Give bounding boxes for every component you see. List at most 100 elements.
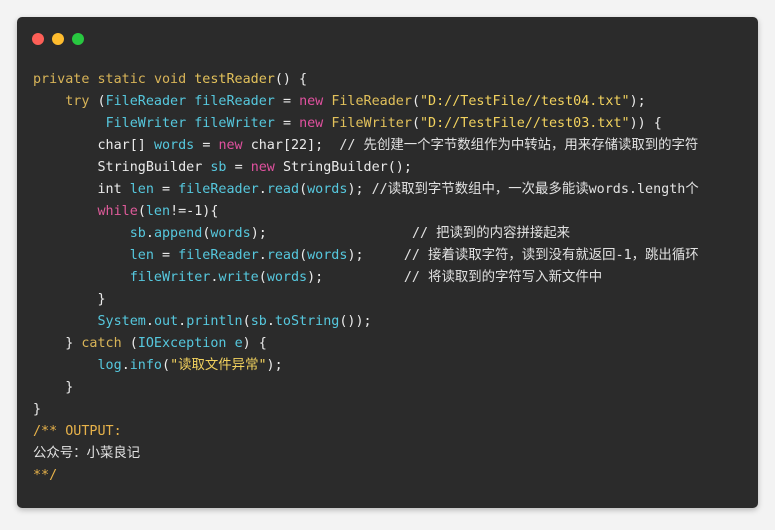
code-token: }: [33, 336, 82, 351]
code-token: words: [153, 138, 203, 153]
code-token: words: [307, 248, 348, 263]
code-token: FileWriter: [105, 116, 195, 131]
code-line: try (FileReader fileReader = new FileRea…: [33, 91, 750, 113]
code-token: char: [97, 138, 130, 153]
code-line: log.info("读取文件异常");: [33, 355, 750, 377]
code-token: while: [97, 204, 138, 219]
code-token: );: [629, 94, 646, 109]
code-token: FileReader: [331, 94, 412, 109]
code-token: ) {: [242, 336, 267, 351]
code-line: **/: [33, 465, 750, 487]
code-token: =: [282, 116, 300, 131]
code-token: len: [145, 204, 171, 219]
code-token: =: [162, 182, 179, 197]
code-token: );: [347, 248, 404, 263]
code-line: int len = fileReader.read(words); //读取到字…: [33, 179, 750, 201]
code-token: words: [266, 270, 308, 285]
code-token: .: [178, 314, 187, 329]
code-token: ();: [387, 160, 412, 175]
code-token: );: [266, 358, 283, 373]
code-line: } catch (IOException e) {: [33, 333, 750, 355]
close-dot-icon[interactable]: [32, 33, 44, 45]
code-token: fileReader: [178, 248, 259, 263]
code-token: );: [347, 182, 372, 197]
code-token: words: [210, 226, 251, 241]
code-token: // 将读取到的字符写入新文件中: [403, 270, 603, 285]
code-line: private static void testReader() {: [33, 69, 750, 91]
code-line: }: [33, 289, 750, 311]
code-token: (: [411, 116, 420, 131]
code-token: }: [33, 292, 106, 307]
code-token: //读取到字节数组中，一次最多能读words.length个: [371, 182, 699, 197]
code-token: (: [137, 204, 146, 219]
code-token: catch: [81, 336, 130, 351]
code-line: }: [33, 377, 750, 399]
window-controls: [32, 33, 84, 45]
code-token: .: [145, 226, 154, 241]
code-token: void: [153, 72, 195, 87]
code-token: char: [250, 138, 283, 153]
code-token: .: [258, 248, 267, 263]
code-token: words: [307, 182, 348, 197]
code-token: System: [97, 314, 146, 329]
code-token: =: [282, 94, 300, 109]
code-token: .: [258, 182, 267, 197]
code-token: =: [162, 248, 179, 263]
code-token: (: [258, 270, 267, 285]
code-token: 公众号：小菜良记: [33, 446, 141, 461]
code-token: "D://TestFile//test03.txt": [420, 116, 630, 131]
code-line: char[] words = new char[22]; // 先创建一个字节数…: [33, 135, 750, 157]
minimize-dot-icon[interactable]: [52, 33, 64, 45]
code-token: sb: [129, 226, 146, 241]
code-token: [22];: [282, 138, 340, 153]
code-token: toString: [274, 314, 340, 329]
code-line: }: [33, 399, 750, 421]
code-token: (: [129, 336, 138, 351]
code-token: /** OUTPUT:: [33, 424, 122, 439]
code-token: (: [299, 182, 308, 197]
code-token: int: [97, 182, 130, 197]
code-token: info: [129, 358, 162, 373]
code-token: )) {: [629, 116, 662, 131]
code-line: len = fileReader.read(words); // 接着读取字符，…: [33, 245, 750, 267]
code-token: .: [266, 314, 275, 329]
code-line: sb.append(words); // 把读到的内容拼接起来: [33, 223, 750, 245]
code-token: (: [242, 314, 251, 329]
code-line: System.out.println(sb.toString());: [33, 311, 750, 333]
code-token: new: [299, 116, 332, 131]
code-line: StringBuilder sb = new StringBuilder();: [33, 157, 750, 179]
code-token: try: [65, 94, 98, 109]
maximize-dot-icon[interactable]: [72, 33, 84, 45]
code-line: while(len!=-1){: [33, 201, 750, 223]
code-line: fileWriter.write(words); // 将读取到的字符写入新文件…: [33, 267, 750, 289]
code-token: log: [97, 358, 122, 373]
code-token: (: [411, 94, 420, 109]
code-token: static: [97, 72, 154, 87]
code-token: sb: [210, 160, 235, 175]
code-token: fileWriter: [194, 116, 283, 131]
code-token: read: [266, 182, 300, 197]
code-token: read: [266, 248, 300, 263]
code-token: FileWriter: [331, 116, 412, 131]
code-token: fileReader: [178, 182, 259, 197]
code-token: new: [299, 94, 332, 109]
code-token: len: [129, 182, 162, 197]
code-token: FileReader: [105, 94, 195, 109]
code-token: new: [250, 160, 283, 175]
code-token: append: [153, 226, 203, 241]
code-token: len: [129, 248, 162, 263]
code-token: (: [162, 358, 171, 373]
code-token: out: [153, 314, 179, 329]
code-token: new: [218, 138, 251, 153]
code-line: /** OUTPUT:: [33, 421, 750, 443]
code-token: sb: [250, 314, 267, 329]
code-block: private static void testReader() { try (…: [33, 69, 750, 487]
